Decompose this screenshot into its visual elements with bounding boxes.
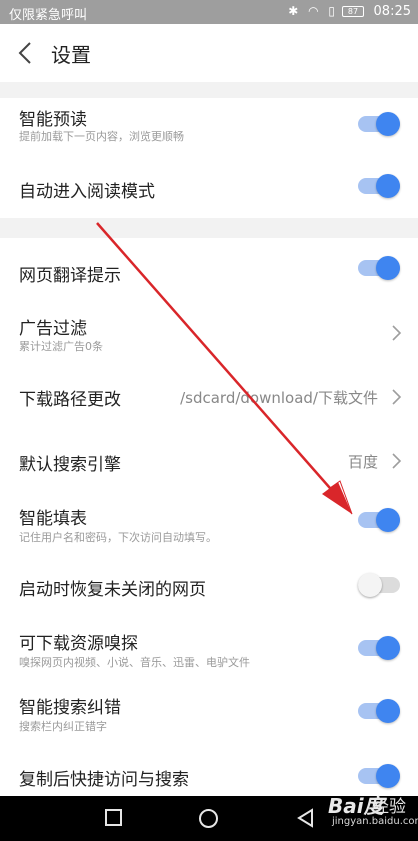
setting-label: 智能填表 [19,509,87,529]
bluetooth-wifi-sim-icons: ✱ ◠ ▯ [288,4,338,18]
setting-default-search-engine[interactable]: 默认搜索引擎 百度 [0,428,418,492]
setting-description: 提前加载下一页内容，浏览更顺畅 [19,130,184,143]
setting-translate-prompt[interactable]: 网页翻译提示 [0,238,418,300]
setting-label: 下载路径更改 [19,390,121,410]
setting-label: 智能搜索纠错 [19,698,121,718]
smart-preload-toggle[interactable] [358,112,400,136]
setting-description: 搜索栏内纠正错字 [19,720,107,733]
setting-smart-preload[interactable]: 智能预读 提前加载下一页内容，浏览更顺畅 [0,98,418,156]
recent-apps-icon[interactable] [105,809,122,826]
battery-icon: 87 [342,6,364,17]
download-path-value: /sdcard/download/下载文件 [180,389,378,407]
page-title: 设置 [51,43,91,67]
setting-label: 自动进入阅读模式 [19,182,155,202]
search-engine-value: 百度 [347,453,378,471]
setting-ad-filter[interactable]: 广告过滤 累计过滤广告0条 [0,300,418,364]
translate-prompt-toggle[interactable] [358,256,400,280]
setting-description: 嗅探网页内视频、小说、音乐、迅雷、电驴文件 [19,656,250,669]
setting-label: 广告过滤 [19,319,87,339]
status-bar: 仅限紧急呼叫 ✱ ◠ ▯ 87 08:25 [0,0,418,24]
chevron-right-icon [392,453,402,469]
setting-label: 可下载资源嗅探 [19,634,138,654]
clock: 08:25 [373,4,411,19]
auto-reader-mode-toggle[interactable] [358,174,400,198]
baidu-jingyan-watermark: Bai度 经验 jingyan.baidu.com [300,786,418,831]
watermark-url: jingyan.baidu.com [332,816,418,827]
chevron-right-icon [392,325,402,341]
app-bar: 设置 [0,24,418,82]
setting-smart-form-fill[interactable]: 智能填表 记住用户名和密码，下次访问自动填写。 [0,492,418,556]
setting-label: 默认搜索引擎 [19,455,121,475]
setting-restore-pages[interactable]: 启动时恢复未关闭的网页 [0,556,418,616]
chevron-right-icon [392,389,402,405]
setting-label: 复制后快捷访问与搜索 [19,770,189,790]
home-icon[interactable] [199,809,218,828]
watermark-text: 经验 [372,797,406,817]
setting-label: 智能预读 [19,110,87,130]
copy-quick-access-toggle[interactable] [358,764,400,788]
setting-description: 记住用户名和密码，下次访问自动填写。 [19,531,217,544]
setting-label: 启动时恢复未关闭的网页 [19,580,206,600]
setting-download-path[interactable]: 下载路径更改 /sdcard/download/下载文件 [0,364,418,428]
section-divider [0,82,418,98]
setting-label: 网页翻译提示 [19,266,121,286]
setting-resource-sniffing[interactable]: 可下载资源嗅探 嗅探网页内视频、小说、音乐、迅雷、电驴文件 [0,616,418,678]
setting-search-correction[interactable]: 智能搜索纠错 搜索栏内纠正错字 [0,678,418,742]
carrier-text: 仅限紧急呼叫 [9,8,88,23]
search-correction-toggle[interactable] [358,699,400,723]
setting-description: 累计过滤广告0条 [19,340,103,353]
restore-pages-toggle[interactable] [358,573,400,597]
back-arrow-icon[interactable] [14,39,38,67]
section-divider [0,218,418,238]
setting-auto-reader-mode[interactable]: 自动进入阅读模式 [0,156,418,218]
smart-form-fill-toggle[interactable] [358,508,400,532]
resource-sniffing-toggle[interactable] [358,636,400,660]
